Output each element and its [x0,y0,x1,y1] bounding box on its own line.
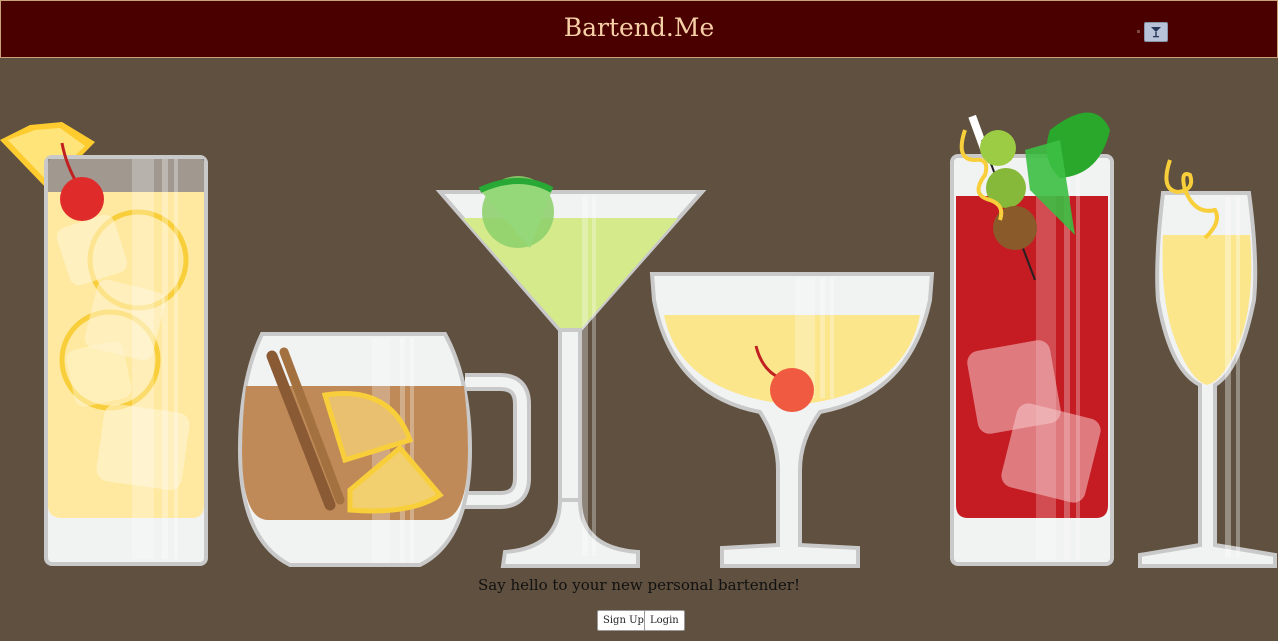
coupe-glass [649,272,935,568]
menu-toggle-button[interactable] [1144,22,1168,42]
highball-glass [0,122,208,566]
hot-toddy-mug [237,332,531,567]
top-navbar: Bartend.Me [0,0,1278,58]
brand-title[interactable]: Bartend.Me [1,13,1277,42]
cocktail-glass-icon [1151,27,1161,38]
bloody-mary-glass [950,112,1114,566]
cocktails-illustration [0,112,1277,568]
signup-button[interactable]: Sign Up [597,610,650,631]
tagline: Say hello to your new personal bartender… [478,576,800,594]
nav-separator-dot [1137,30,1140,33]
champagne-flute [1138,159,1277,568]
login-button[interactable]: Login [644,610,685,631]
